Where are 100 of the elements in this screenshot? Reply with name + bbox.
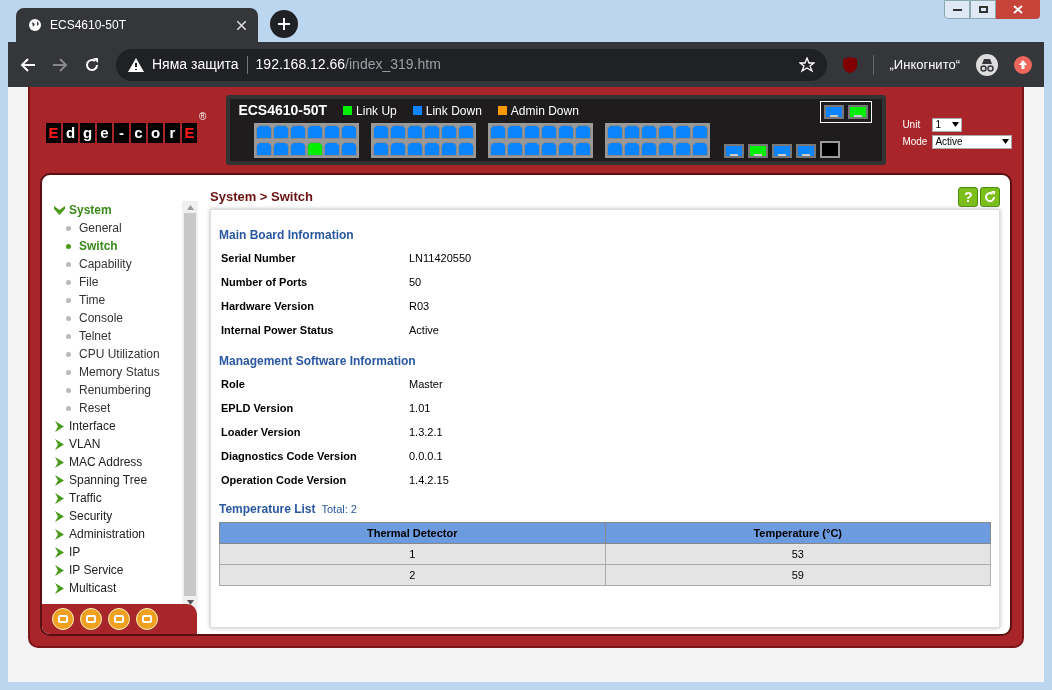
table-cell: 2 [219, 564, 605, 586]
port-icon[interactable] [273, 125, 290, 139]
port-icon[interactable] [541, 142, 558, 156]
menu-item[interactable]: IP Service [54, 561, 182, 579]
menu-item[interactable]: MAC Address [54, 453, 182, 471]
port-icon[interactable] [324, 125, 341, 139]
submenu-item[interactable]: General [54, 219, 182, 237]
submenu-item[interactable]: Reset [54, 399, 182, 417]
port-icon[interactable] [692, 142, 709, 156]
port-icon[interactable] [541, 125, 558, 139]
port-icon[interactable] [675, 142, 692, 156]
port-icon[interactable] [424, 125, 441, 139]
port-icon[interactable] [524, 142, 541, 156]
submenu-item[interactable]: Time [54, 291, 182, 309]
port-icon[interactable] [575, 125, 592, 139]
port-icon[interactable] [624, 125, 641, 139]
port-icon[interactable] [641, 125, 658, 139]
submenu-item[interactable]: Console [54, 309, 182, 327]
field-label: Operation Code Version [220, 472, 348, 488]
port-icon[interactable] [324, 142, 341, 156]
submenu-item[interactable]: Telnet [54, 327, 182, 345]
port-icon[interactable] [273, 142, 290, 156]
submenu-item[interactable]: Memory Status [54, 363, 182, 381]
sfp-port-icon[interactable] [724, 144, 745, 158]
field-label: Loader Version [220, 424, 302, 440]
logo-letter: c [131, 123, 146, 143]
minimize-button[interactable] [944, 0, 970, 19]
port-icon[interactable] [290, 125, 307, 139]
submenu-item[interactable]: Capability [54, 255, 182, 273]
new-tab-button[interactable] [270, 10, 298, 38]
port-icon[interactable] [424, 142, 441, 156]
maximize-button[interactable] [970, 0, 996, 19]
shield-icon[interactable] [842, 56, 857, 73]
port-icon[interactable] [558, 142, 575, 156]
port-icon[interactable] [490, 125, 507, 139]
port-icon[interactable] [558, 125, 575, 139]
menu-item[interactable]: IP [54, 543, 182, 561]
port-icon[interactable] [390, 142, 407, 156]
submenu-item[interactable]: Switch [54, 237, 182, 255]
port-icon[interactable] [607, 142, 624, 156]
close-icon[interactable] [237, 20, 246, 30]
plus-icon [278, 18, 290, 30]
menu-item[interactable]: Administration [54, 525, 182, 543]
port-icon[interactable] [607, 125, 624, 139]
sfp-port-icon[interactable] [748, 144, 769, 158]
menu-item[interactable]: Multicast [54, 579, 182, 597]
port-icon[interactable] [307, 142, 324, 156]
port-icon[interactable] [624, 142, 641, 156]
port-icon[interactable] [458, 142, 475, 156]
port-icon[interactable] [341, 142, 358, 156]
port-icon[interactable] [524, 125, 541, 139]
close-button[interactable] [996, 0, 1040, 19]
unit-select[interactable]: 1 [932, 117, 963, 132]
port-icon[interactable] [290, 142, 307, 156]
port-icon[interactable] [441, 142, 458, 156]
sfp-port-icon[interactable] [772, 144, 793, 158]
star-icon[interactable] [798, 56, 815, 73]
menu-item[interactable]: Traffic [54, 489, 182, 507]
address-bar[interactable]: Няма защита 192.168.12.66/index_319.htm [116, 48, 827, 81]
menu-item[interactable]: VLAN [54, 435, 182, 453]
port-icon[interactable] [441, 125, 458, 139]
update-icon[interactable] [1014, 55, 1032, 74]
port-icon[interactable] [373, 125, 390, 139]
sfp-port-icon[interactable] [848, 105, 869, 119]
port-icon[interactable] [307, 125, 324, 139]
menu-item[interactable]: System [54, 201, 182, 219]
submenu-item[interactable]: File [54, 273, 182, 291]
submenu-item[interactable]: Renumbering [54, 381, 182, 399]
port-icon[interactable] [407, 125, 424, 139]
port-icon[interactable] [373, 142, 390, 156]
reload-icon[interactable] [84, 56, 100, 73]
menu-item[interactable]: Spanning Tree [54, 471, 182, 489]
menu-item[interactable]: Security [54, 507, 182, 525]
refresh-button[interactable] [980, 187, 1001, 207]
port-icon[interactable] [675, 125, 692, 139]
port-icon[interactable] [658, 142, 675, 156]
port-icon[interactable] [658, 125, 675, 139]
submenu-item[interactable]: CPU Utilization [54, 345, 182, 363]
port-icon[interactable] [458, 125, 475, 139]
forward-icon[interactable] [52, 56, 68, 73]
port-icon[interactable] [407, 142, 424, 156]
sfp-port-icon[interactable] [824, 105, 845, 119]
incognito-icon[interactable] [976, 53, 998, 76]
mode-select[interactable]: Active [932, 134, 1013, 149]
port-icon[interactable] [341, 125, 358, 139]
console-port-icon[interactable] [820, 141, 841, 158]
port-icon[interactable] [390, 125, 407, 139]
sfp-port-icon[interactable] [796, 144, 817, 158]
scrollbar[interactable] [182, 201, 198, 608]
port-icon[interactable] [490, 142, 507, 156]
port-icon[interactable] [507, 142, 524, 156]
menu-item[interactable]: Interface [54, 417, 182, 435]
port-icon[interactable] [692, 125, 709, 139]
port-icon[interactable] [641, 142, 658, 156]
port-icon[interactable] [507, 125, 524, 139]
port-icon[interactable] [256, 142, 273, 156]
port-icon[interactable] [256, 125, 273, 139]
breadcrumb: System > Switch [210, 188, 313, 207]
port-icon[interactable] [575, 142, 592, 156]
browser-tab[interactable]: ECS4610-50T [16, 8, 258, 42]
